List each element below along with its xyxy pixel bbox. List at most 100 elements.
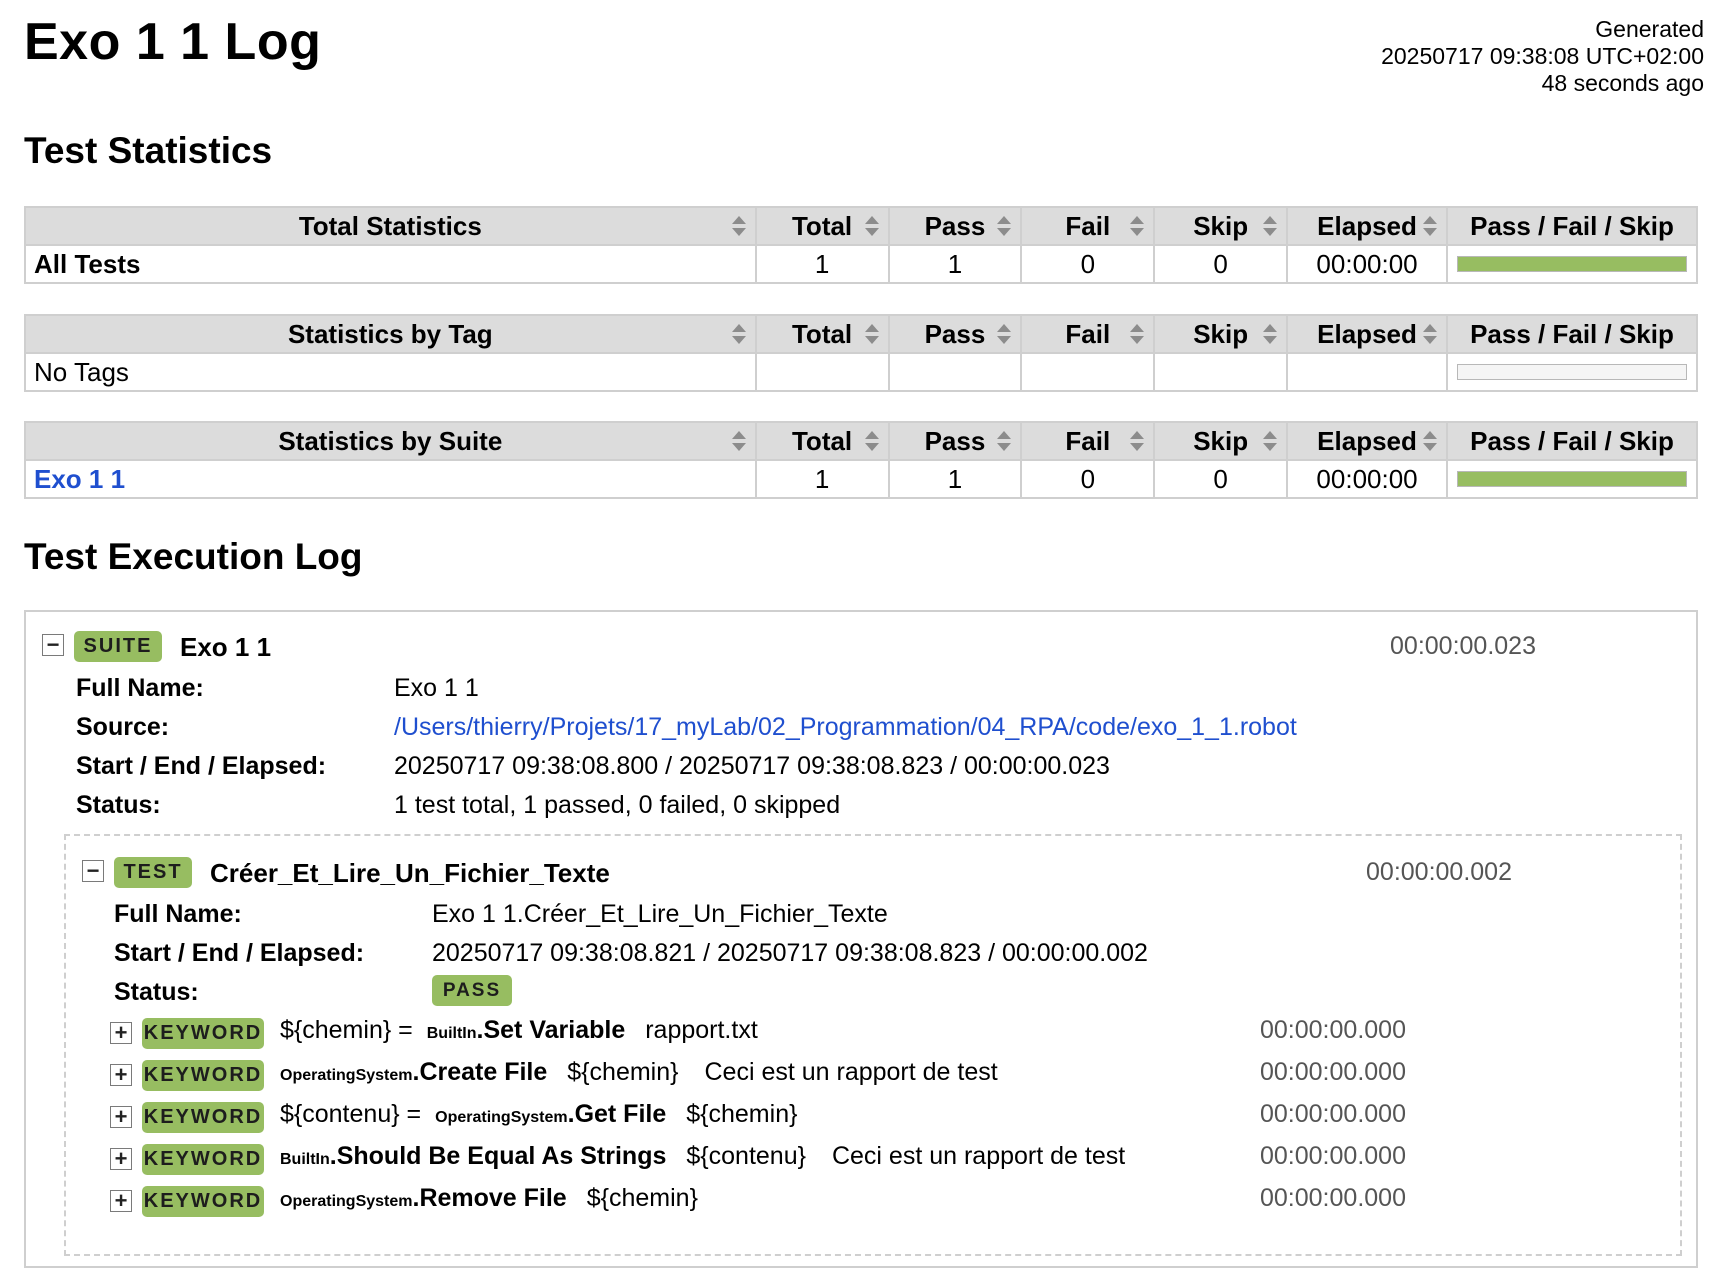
row-skip: 0	[1153, 459, 1289, 499]
header-fail[interactable]: Fail	[1020, 314, 1156, 354]
suite-name[interactable]: Exo 1 1	[180, 632, 271, 663]
keyword-argument: rapport.txt	[645, 1016, 758, 1044]
statistics-heading: Test Statistics	[24, 130, 273, 171]
header-pass-fail-skip: Pass / Fail / Skip	[1445, 314, 1699, 354]
keyword-name: Create File	[419, 1058, 548, 1086]
page-title: Exo 1 1 Log	[24, 13, 322, 71]
sort-icon	[1263, 431, 1278, 451]
header-pass-fail-skip: Pass / Fail / Skip	[1445, 421, 1699, 461]
keyword-signature[interactable]: OperatingSystem.Remove File ${chemin}	[280, 1184, 724, 1213]
test-status-label: Status:	[114, 978, 199, 1006]
sort-icon	[864, 431, 879, 451]
row-graph	[1445, 244, 1699, 284]
row-pass: 1	[887, 459, 1023, 499]
suite-full-name-label: Full Name:	[76, 674, 204, 702]
expand-keyword-button[interactable]: +	[110, 1064, 132, 1086]
keyword-badge: KEYWORD	[142, 1144, 264, 1175]
sort-icon	[731, 324, 746, 344]
test-status-badge: PASS	[432, 975, 512, 1006]
keyword-badge: KEYWORD	[142, 1102, 264, 1133]
pass-bar-fill	[1457, 472, 1686, 486]
keyword-elapsed: 00:00:00.000	[1260, 1142, 1406, 1170]
header-skip[interactable]: Skip	[1153, 314, 1289, 354]
keyword-separator: .	[329, 1142, 337, 1170]
suite-times: 20250717 09:38:08.800 / 20250717 09:38:0…	[394, 752, 1110, 780]
header-elapsed[interactable]: Elapsed	[1286, 421, 1448, 461]
header-total[interactable]: Total	[754, 421, 890, 461]
keyword-signature[interactable]: BuiltIn.Should Be Equal As Strings ${cont…	[280, 1142, 1151, 1171]
suite-log-element: − SUITE Exo 1 1 00:00:00.023 Full Name: …	[24, 610, 1698, 1268]
test-log-element: − TEST Créer_Et_Lire_Un_Fichier_Texte 00…	[64, 834, 1682, 1256]
header-total[interactable]: Total	[754, 206, 890, 246]
row-fail: 0	[1020, 244, 1156, 284]
header-skip[interactable]: Skip	[1153, 206, 1289, 246]
header-skip[interactable]: Skip	[1153, 421, 1289, 461]
expand-keyword-button[interactable]: +	[110, 1022, 132, 1044]
header-fail[interactable]: Fail	[1020, 421, 1156, 461]
keyword-badge: KEYWORD	[142, 1186, 264, 1217]
keyword-library: BuiltIn	[426, 1025, 477, 1042]
header-pass[interactable]: Pass	[887, 421, 1023, 461]
keyword-elapsed: 00:00:00.000	[1260, 1016, 1406, 1044]
sort-icon	[1130, 216, 1145, 236]
header-fail[interactable]: Fail	[1020, 206, 1156, 246]
pass-fail-skip-bar	[1456, 256, 1687, 272]
header-total-statistics[interactable]: Total Statistics	[24, 206, 757, 246]
suite-badge: SUITE	[74, 631, 162, 662]
header-elapsed[interactable]: Elapsed	[1286, 206, 1448, 246]
row-graph	[1445, 459, 1699, 499]
header-statistics-by-tag[interactable]: Statistics by Tag	[24, 314, 757, 354]
keyword-signature[interactable]: OperatingSystem.Create File ${chemin} Ceci…	[280, 1058, 1024, 1087]
sort-icon	[864, 324, 879, 344]
header-total[interactable]: Total	[754, 314, 890, 354]
keyword-name: Remove File	[419, 1184, 567, 1212]
row-pass: 1	[887, 244, 1023, 284]
keyword-argument: Ceci est un rapport de test	[704, 1058, 998, 1086]
table-row: No Tags	[24, 352, 1699, 392]
generated-timestamp: 20250717 09:38:08 UTC+02:00	[1381, 43, 1704, 69]
header-pass[interactable]: Pass	[887, 314, 1023, 354]
sort-icon	[1263, 216, 1278, 236]
sort-icon	[1422, 431, 1437, 451]
expand-keyword-button[interactable]: +	[110, 1190, 132, 1212]
sort-icon	[1130, 324, 1145, 344]
header-elapsed[interactable]: Elapsed	[1286, 314, 1448, 354]
test-full-name: Exo 1 1.Créer_Et_Lire_Un_Fichier_Texte	[432, 900, 888, 928]
row-total: 1	[754, 459, 890, 499]
table-row: All Tests 1 1 0 0 00:00:00	[24, 244, 1699, 284]
keyword-signature[interactable]: ${chemin} = BuiltIn.Set Variable rapport.t…	[280, 1016, 784, 1045]
collapse-test-button[interactable]: −	[82, 860, 104, 882]
test-name[interactable]: Créer_Et_Lire_Un_Fichier_Texte	[210, 858, 610, 889]
keyword-argument: ${chemin}	[567, 1058, 679, 1086]
no-tags-label: No Tags	[24, 352, 757, 392]
keyword-signature[interactable]: ${contenu} = OperatingSystem.Get File ${ch…	[280, 1100, 823, 1129]
keyword-elapsed: 00:00:00.000	[1260, 1184, 1406, 1212]
sort-icon	[864, 216, 879, 236]
keyword-argument: ${chemin}	[586, 1184, 698, 1212]
sort-icon	[731, 216, 746, 236]
header-pass[interactable]: Pass	[887, 206, 1023, 246]
log-page: Exo 1 1 Log Generated 20250717 09:38:08 …	[0, 0, 1714, 1276]
sort-icon	[997, 324, 1012, 344]
suite-status: 1 test total, 1 passed, 0 failed, 0 skip…	[394, 791, 841, 819]
keyword-separator: .	[567, 1100, 575, 1128]
pass-fail-skip-bar	[1456, 364, 1687, 380]
keyword-assign: ${chemin} =	[280, 1016, 413, 1044]
suite-source-link[interactable]: /Users/thierry/Projets/17_myLab/02_Progr…	[394, 713, 1297, 742]
collapse-suite-button[interactable]: −	[42, 634, 64, 656]
suite-link[interactable]: Exo 1 1	[34, 464, 125, 494]
keyword-library: OperatingSystem	[435, 1109, 568, 1126]
keyword-library: OperatingSystem	[280, 1067, 413, 1084]
pass-fail-skip-bar	[1456, 471, 1687, 487]
keyword-argument: Ceci est un rapport de test	[831, 1142, 1126, 1170]
row-elapsed: 00:00:00	[1286, 459, 1448, 499]
row-elapsed: 00:00:00	[1286, 244, 1448, 284]
test-full-name-label: Full Name:	[114, 900, 242, 928]
expand-keyword-button[interactable]: +	[110, 1148, 132, 1170]
suite-times-label: Start / End / Elapsed:	[76, 752, 327, 780]
header-pass-fail-skip: Pass / Fail / Skip	[1445, 206, 1699, 246]
row-graph	[1445, 352, 1699, 392]
keyword-name: Should Be Equal As Strings	[336, 1142, 667, 1170]
header-statistics-by-suite[interactable]: Statistics by Suite	[24, 421, 757, 461]
expand-keyword-button[interactable]: +	[110, 1106, 132, 1128]
